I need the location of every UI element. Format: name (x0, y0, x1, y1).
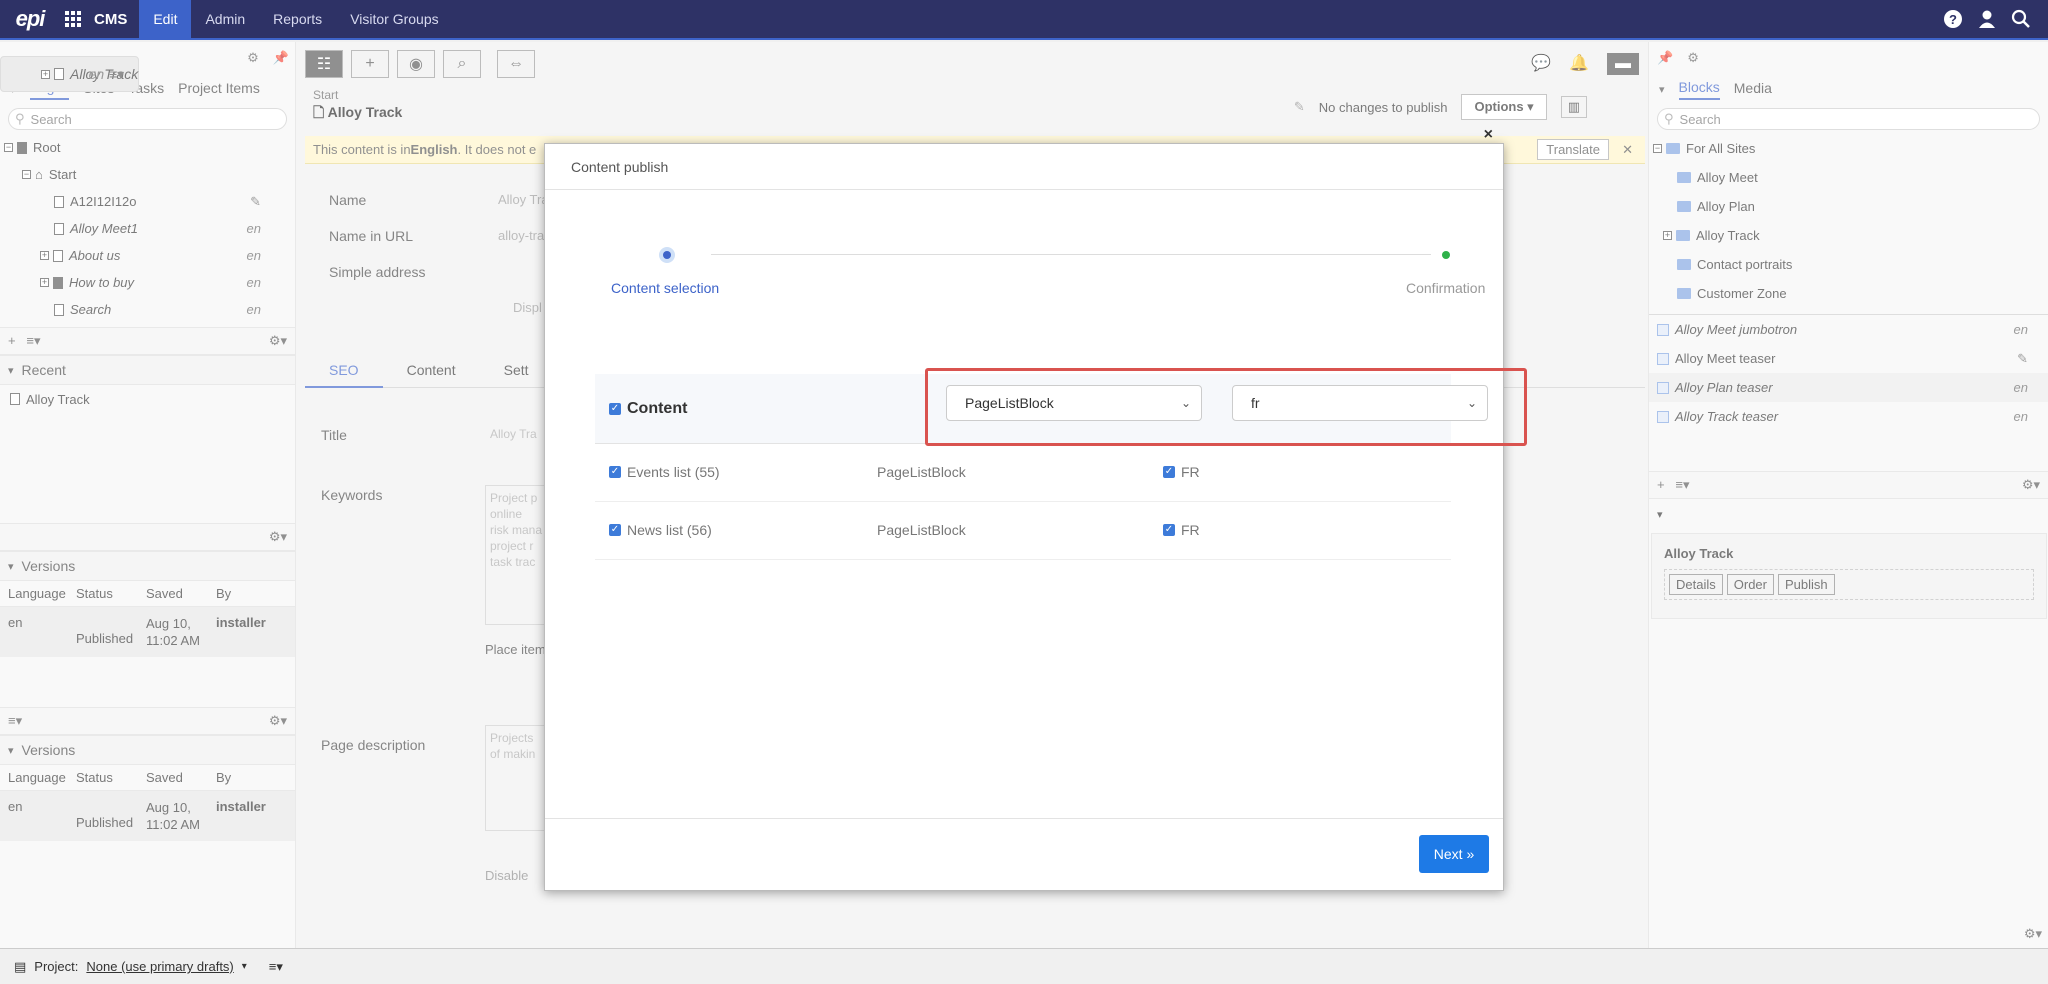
table-row[interactable]: ✓ Events list (55) PageListBlock ✓ FR (595, 446, 1451, 502)
checkbox-checked-icon[interactable]: ✓ (1163, 466, 1175, 478)
row-type: PageListBlock (877, 464, 966, 480)
search-icon[interactable] (2010, 8, 2032, 30)
row-lang-label: FR (1181, 464, 1200, 480)
close-icon[interactable]: × (1484, 126, 1493, 144)
step-dot-next (1442, 251, 1450, 259)
step-content-selection[interactable]: Content selection (611, 280, 719, 296)
chevron-down-icon: ⌄ (1466, 396, 1477, 410)
wizard-steps: Content selection Confirmation (611, 244, 1485, 304)
project-icon: ▤ (14, 958, 27, 974)
dialog-footer: Next » (545, 818, 1503, 890)
project-bar: ▤ Project: None (use primary drafts) ▾ ≡… (0, 948, 2048, 984)
table-row[interactable]: ✓ News list (56) PageListBlock ✓ FR (595, 504, 1451, 560)
nav-edit[interactable]: Edit (139, 0, 192, 39)
row-type: PageListBlock (877, 522, 966, 538)
apps-grid-icon[interactable] (60, 0, 86, 39)
user-icon[interactable] (1976, 8, 1998, 30)
checkbox-checked-icon[interactable]: ✓ (609, 466, 621, 478)
step-confirmation[interactable]: Confirmation (1406, 280, 1485, 296)
nav-visitor-groups[interactable]: Visitor Groups (336, 0, 452, 39)
highlight-box: PageListBlock ⌄ fr ⌄ (925, 368, 1527, 446)
row-lang-label: FR (1181, 522, 1200, 538)
next-button[interactable]: Next » (1419, 835, 1489, 873)
svg-text:?: ? (1949, 12, 1957, 27)
block-type-value: PageListBlock (965, 395, 1054, 411)
row-name: News list (56) (627, 522, 712, 538)
row-language[interactable]: ✓ FR (1163, 522, 1200, 538)
checkbox-checked-icon[interactable]: ✓ (609, 524, 621, 536)
language-select[interactable]: fr ⌄ (1232, 385, 1488, 421)
step-progress-line (711, 254, 1431, 255)
chevron-down-icon[interactable]: ▾ (242, 961, 247, 972)
language-value: fr (1251, 395, 1260, 411)
content-header-row: ✓ Content PageListBlock ⌄ fr ⌄ (595, 368, 1527, 446)
project-menu-icon[interactable]: ≡▾ (269, 959, 283, 975)
nav-reports[interactable]: Reports (259, 0, 336, 39)
block-type-select[interactable]: PageListBlock ⌄ (946, 385, 1202, 421)
nav-admin[interactable]: Admin (191, 0, 259, 39)
checkbox-checked-icon[interactable]: ✓ (1163, 524, 1175, 536)
chevron-down-icon: ⌄ (1180, 396, 1191, 410)
cms-label: CMS (94, 10, 128, 28)
dialog-header: Content publish (545, 144, 1503, 190)
checkbox-checked-icon[interactable]: ✓ (609, 402, 621, 415)
step-dot-active (659, 247, 675, 263)
project-label: Project: (34, 959, 79, 974)
help-icon[interactable]: ? (1942, 8, 1964, 30)
row-select[interactable]: ✓ News list (56) (609, 522, 712, 538)
top-navigation-bar: epi CMS Edit Admin Reports Visitor Group… (0, 0, 2048, 40)
epi-logo[interactable]: epi (0, 0, 60, 39)
content-label: Content (627, 399, 688, 417)
row-name: Events list (55) (627, 464, 720, 480)
dialog-title: Content publish (571, 158, 669, 175)
project-selector[interactable]: None (use primary drafts) (86, 959, 233, 974)
content-select-all[interactable]: ✓ Content (609, 400, 687, 418)
content-publish-dialog: × Content publish Content selection Conf… (544, 126, 1527, 891)
row-select[interactable]: ✓ Events list (55) (609, 464, 720, 480)
row-language[interactable]: ✓ FR (1163, 464, 1200, 480)
